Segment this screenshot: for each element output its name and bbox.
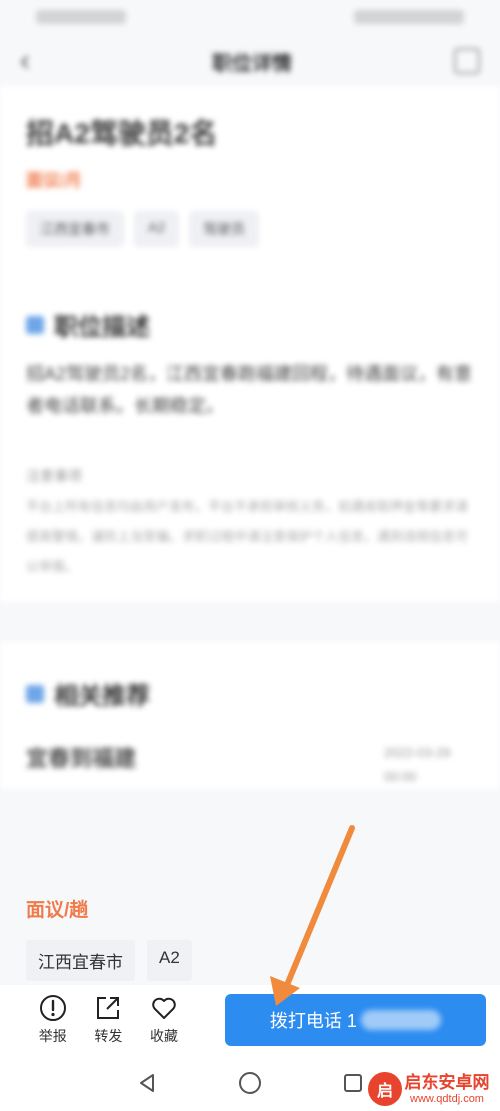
phone-number-mask [360, 1010, 441, 1030]
call-phone-button[interactable]: 拨打电话 1 [224, 994, 486, 1046]
recommend-item-salary: 面议/趟 [26, 900, 89, 921]
forward-label: 转发 [94, 1028, 123, 1044]
watermark: 启 启东安卓网 www.qdtdj.com [368, 1068, 500, 1106]
recommend-item-tags: 江西宜春市 A2 [26, 940, 500, 981]
nav-back-icon[interactable] [136, 1072, 158, 1094]
call-button-label: 拨打电话 1 [269, 1011, 357, 1031]
page-title: 职位详情 [212, 52, 292, 75]
recommend-tag: 江西宜春市 [26, 940, 135, 981]
nav-home-icon[interactable] [238, 1071, 262, 1095]
job-tags: 江西宜春市 A2 驾驶员 [26, 211, 474, 247]
section-marker-icon [26, 684, 44, 703]
job-salary: 面议/月 [26, 171, 82, 190]
favorite-label: 收藏 [149, 1028, 178, 1044]
job-tag: 驾驶员 [189, 211, 260, 247]
description-text: 招A2驾驶员2名，江西宜春跑福建回程，待遇面议，有意者电话联系。长期稳定。 [26, 364, 473, 416]
job-tag: A2 [134, 211, 180, 247]
report-button[interactable]: 举报 [34, 994, 72, 1046]
description-header: 职位描述 [26, 307, 474, 342]
back-arrow-icon[interactable]: ‹ [20, 44, 50, 78]
job-title: 招A2驾驶员2名 [26, 118, 218, 149]
watermark-name: 启东安卓网 [404, 1073, 490, 1092]
status-right-icons [354, 10, 464, 24]
report-icon [39, 994, 67, 1022]
notice-text: 平台上所有信息均由用户发布，平台不承担审核义务，如遇收取押金等要求请提高警惕，谨… [26, 499, 469, 574]
recommend-item-details[interactable]: 面议/趟 江西宜春市 A2 [0, 895, 500, 981]
recommend-section: 相关推荐 宜春到福建 2022-03-29 00:00 [0, 642, 500, 789]
status-left-icons [36, 10, 126, 24]
share-icon[interactable] [454, 48, 480, 74]
forward-button[interactable]: 转发 [90, 994, 128, 1046]
recommend-item-date: 2022-03-29 00:00 [384, 745, 451, 784]
description-section: 职位描述 招A2驾驶员2名，江西宜春跑福建回程，待遇面议，有意者电话联系。长期稳… [0, 277, 500, 602]
favorite-button[interactable]: 收藏 [145, 994, 183, 1046]
job-tag: 江西宜春市 [26, 211, 124, 247]
recommend-tag: A2 [147, 940, 192, 981]
report-label: 举报 [38, 1028, 67, 1044]
section-title: 相关推荐 [54, 683, 150, 710]
header: ‹ 职位详情 [0, 36, 500, 86]
status-bar [0, 0, 500, 36]
section-title: 职位描述 [54, 314, 150, 341]
blurred-content: ‹ 职位详情 招A2驾驶员2名 面议/月 江西宜春市 A2 驾驶员 职位描述 招… [0, 0, 500, 905]
forward-icon [94, 994, 122, 1022]
watermark-url: www.qdtdj.com [410, 1093, 484, 1105]
watermark-logo: 启 [368, 1072, 402, 1106]
job-card: 招A2驾驶员2名 面议/月 江西宜春市 A2 驾驶员 [0, 86, 500, 277]
notice-title: 注意事项 [26, 468, 82, 484]
nav-recents-icon[interactable] [342, 1072, 364, 1094]
recommend-item[interactable]: 宜春到福建 2022-03-29 00:00 [26, 741, 474, 789]
bottom-action-bar: 举报 转发 收藏 拨打电话 1 [0, 985, 500, 1055]
section-marker-icon [26, 315, 44, 334]
recommend-item-title: 宜春到福建 [26, 746, 137, 771]
heart-icon [150, 994, 178, 1022]
recommend-header: 相关推荐 [26, 676, 474, 711]
